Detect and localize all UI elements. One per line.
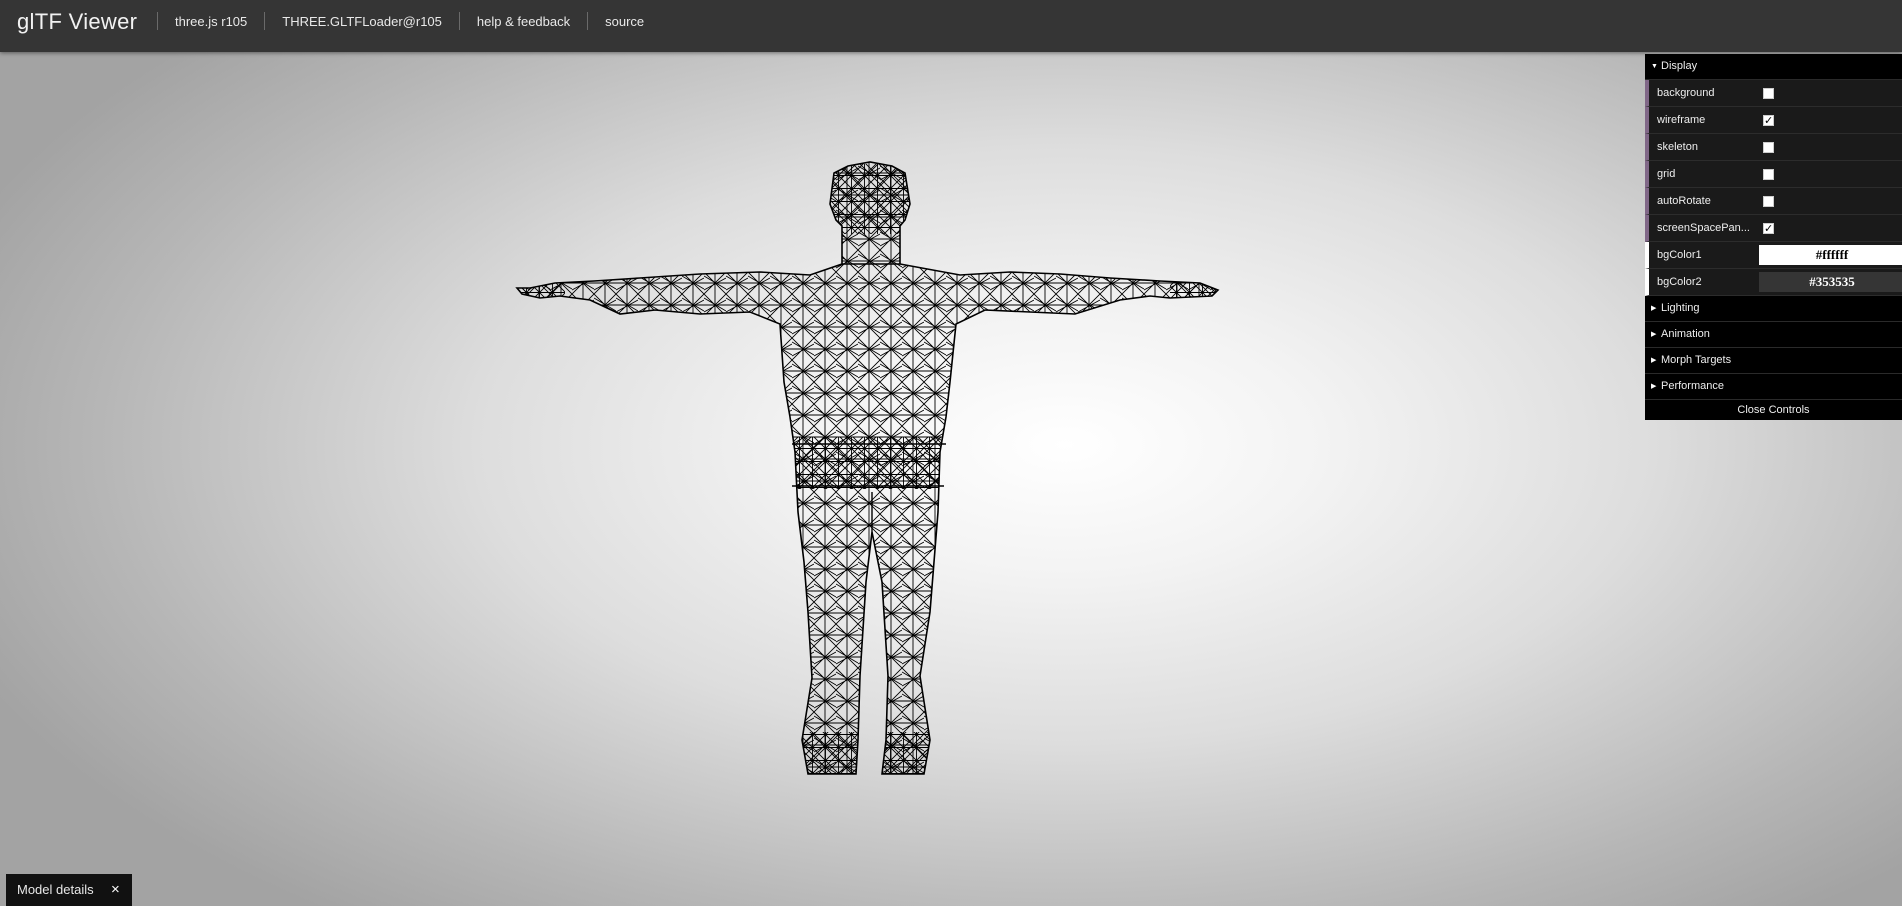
option-label: autoRotate [1657,195,1711,207]
wireframe-model [516,161,1219,775]
option-label: grid [1657,168,1676,180]
3d-viewport[interactable] [0,52,1902,906]
option-autorotate[interactable]: autoRotate [1645,188,1902,215]
bgcolor2-input[interactable]: #353535 [1759,272,1902,292]
screenspacepanning-checkbox[interactable]: ✓ [1763,223,1774,235]
app-title: glTF Viewer [17,9,138,34]
folder-lighting-label: Lighting [1661,302,1700,314]
checkmark-icon: ✓ [1764,223,1774,235]
caret-down-icon: ▼ [1651,63,1658,70]
autorotate-checkbox[interactable] [1763,196,1774,207]
link-help-feedback[interactable]: help & feedback [477,14,570,29]
option-label: background [1657,87,1715,99]
option-screenspacepanning[interactable]: screenSpacePan... ✓ [1645,215,1902,242]
folder-animation[interactable]: ▶ Animation [1645,322,1902,348]
bgcolor1-input[interactable]: #ffffff [1759,245,1902,265]
option-background[interactable]: background [1645,80,1902,107]
option-label: wireframe [1657,114,1706,126]
caret-right-icon: ▶ [1651,305,1657,312]
folder-display[interactable]: ▼ Display [1645,54,1902,80]
model-details-toggle[interactable]: Model details × [6,874,132,906]
option-bgcolor2[interactable]: bgColor2 #353535 [1645,269,1902,296]
option-skeleton[interactable]: skeleton [1645,134,1902,161]
link-source[interactable]: source [605,14,644,29]
caret-right-icon: ▶ [1651,331,1657,338]
divider [264,12,266,30]
close-icon[interactable]: × [111,874,120,906]
divider [587,12,589,30]
folder-performance-label: Performance [1661,380,1724,392]
wireframe-checkbox[interactable]: ✓ [1763,115,1774,127]
top-bar: glTF Viewer three.js r105 THREE.GLTFLoad… [0,0,1902,52]
close-controls-button[interactable]: Close Controls [1645,400,1902,420]
option-label: bgColor1 [1657,249,1702,261]
caret-right-icon: ▶ [1651,383,1657,390]
folder-morph-targets-label: Morph Targets [1661,354,1732,366]
option-wireframe[interactable]: wireframe ✓ [1645,107,1902,134]
option-label: skeleton [1657,141,1698,153]
folder-lighting[interactable]: ▶ Lighting [1645,296,1902,322]
controls-panel: ▼ Display background wireframe ✓ skeleto… [1645,54,1902,420]
skeleton-checkbox[interactable] [1763,142,1774,153]
option-grid[interactable]: grid [1645,161,1902,188]
header-links: three.js r105 THREE.GLTFLoader@r105 help… [157,12,644,30]
folder-animation-label: Animation [1661,328,1710,340]
background-checkbox[interactable] [1763,88,1774,99]
folder-performance[interactable]: ▶ Performance [1645,374,1902,400]
link-threejs-version[interactable]: three.js r105 [175,14,247,29]
model-details-label: Model details [17,882,94,897]
folder-morph-targets[interactable]: ▶ Morph Targets [1645,348,1902,374]
link-gltfloader-version[interactable]: THREE.GLTFLoader@r105 [282,14,442,29]
option-label: bgColor2 [1657,276,1702,288]
divider [458,12,460,30]
divider [157,12,158,30]
option-label: screenSpacePan... [1657,222,1750,234]
checkmark-icon: ✓ [1764,115,1774,127]
grid-checkbox[interactable] [1763,169,1774,180]
caret-right-icon: ▶ [1651,357,1657,364]
folder-display-label: Display [1661,60,1698,72]
option-bgcolor1[interactable]: bgColor1 #ffffff [1645,242,1902,269]
